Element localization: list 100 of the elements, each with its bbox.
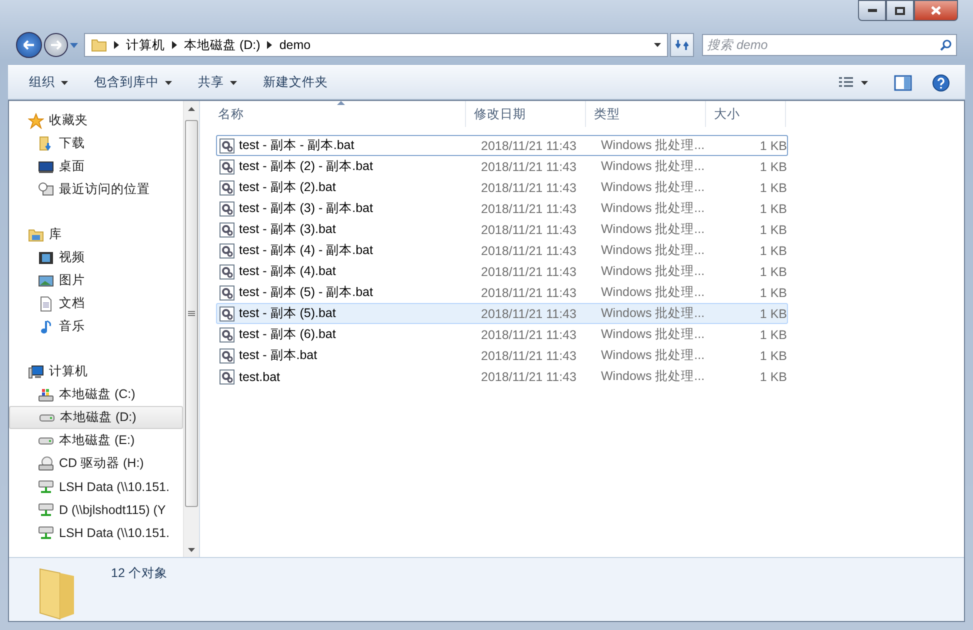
grip-icon	[188, 311, 195, 316]
table-cell-text: 2018/11/21 11:43	[480, 370, 578, 384]
gear-file-icon	[219, 138, 235, 154]
file-row[interactable]: test.bat 2018/11/21 11:43 Windows 批处理... 1 KB	[216, 366, 788, 387]
scroll-up-icon[interactable]	[188, 106, 195, 110]
table-cell-text: 2018/11/21 11:43	[480, 244, 578, 258]
table-cell-text: 2018/11/21 11:43	[480, 328, 578, 342]
search-field[interactable]: 搜索 demo	[702, 34, 957, 56]
table-cell-text: 2018/11/21 11:43	[480, 138, 578, 152]
music-note-icon	[38, 318, 54, 334]
file-row[interactable]: test - 副本 (4).bat 2018/11/21 11:43 Windows 批处理... 1 KB	[216, 261, 788, 282]
toolbar-button[interactable]: 新建文件夹	[257, 70, 334, 95]
sidebar-header[interactable]: 计算机	[9, 360, 183, 383]
caret-icon	[165, 80, 172, 84]
table-cell-text: 1 KB	[758, 180, 787, 194]
arrow-left-icon	[23, 40, 35, 50]
file-row[interactable]: test - 副本 (3) - 副本.bat 2018/11/21 11:43 Windows 批处理... 1 KB	[216, 198, 788, 219]
chevron-icon	[172, 41, 177, 49]
column-header[interactable]: 大小	[706, 101, 786, 127]
caret-icon	[230, 80, 237, 84]
file-row[interactable]: test - 副本 - 副本.bat 2018/11/21 11:43 Windows 批处理... 1 KB	[216, 135, 788, 156]
gear-file-icon	[219, 180, 235, 196]
file-row[interactable]: test - 副本 (6).bat 2018/11/21 11:43 Windows 批处理... 1 KB	[216, 324, 788, 345]
gear-file-icon	[219, 306, 235, 322]
table-cell-text: Windows 批处理...	[600, 368, 706, 385]
column-header[interactable]: 修改日期	[466, 101, 586, 127]
sidebar-header[interactable]: 收藏夹	[9, 109, 183, 132]
table-cell-text: 2018/11/21 11:43	[480, 264, 578, 278]
table-cell-text: Windows 批处理...	[600, 200, 706, 217]
address-bar[interactable]: 计算机 本地磁盘 (D:) demo	[84, 33, 668, 57]
table-cell-text: Windows 批处理...	[600, 263, 706, 280]
file-name: test - 副本.bat	[239, 347, 318, 364]
column-header[interactable]: 类型	[586, 101, 706, 127]
minimize-icon	[868, 9, 876, 12]
table-cell-text: 2018/11/21 11:43	[480, 202, 578, 216]
gear-file-icon	[219, 200, 235, 216]
table-cell-text: 1 KB	[758, 370, 787, 384]
file-row[interactable]: test - 副本 (3).bat 2018/11/21 11:43 Windows 批处理... 1 KB	[216, 219, 788, 240]
gear-file-icon	[219, 348, 235, 364]
breadcrumb-item[interactable]: 计算机	[126, 36, 165, 54]
close-button[interactable]	[914, 0, 958, 21]
file-row[interactable]: test - 副本 (5).bat 2018/11/21 11:43 Windows 批处理... 1 KB	[216, 303, 788, 324]
file-row[interactable]: test - 副本 (2).bat 2018/11/21 11:43 Windows 批处理... 1 KB	[216, 177, 788, 198]
sidebar-item[interactable]: 文档	[9, 292, 183, 315]
breadcrumb-item[interactable]: demo	[279, 38, 311, 52]
clock-computer-icon	[38, 182, 54, 198]
table-cell-text: 1 KB	[758, 328, 787, 342]
file-name: test - 副本 (3) - 副本.bat	[239, 200, 373, 217]
sidebar-item[interactable]: D (\\bjlshodt115) (Y	[9, 498, 183, 521]
sidebar-item[interactable]: LSH Data (\\10.151.	[9, 475, 183, 498]
gear-file-icon	[219, 326, 235, 342]
sidebar-item[interactable]: LSH Data (\\10.151.	[9, 521, 183, 544]
file-row[interactable]: test - 副本 (5) - 副本.bat 2018/11/21 11:43 Windows 批处理... 1 KB	[216, 282, 788, 303]
drive-icon	[38, 436, 54, 444]
sidebar-item[interactable]: 桌面	[9, 155, 183, 178]
table-cell-text: 2018/11/21 11:43	[480, 180, 578, 194]
sidebar-item[interactable]: 本地磁盘 (C:)	[9, 383, 183, 406]
breadcrumb-item[interactable]: 本地磁盘 (D:)	[184, 36, 260, 54]
file-row[interactable]: test - 副本.bat 2018/11/21 11:43 Windows 批处理... 1 KB	[216, 345, 788, 366]
sidebar-item[interactable]: 本地磁盘 (E:)	[9, 429, 183, 452]
table-cell-text: 1 KB	[758, 306, 787, 320]
gear-file-icon	[219, 284, 235, 300]
file-row[interactable]: test - 副本 (4) - 副本.bat 2018/11/21 11:43 Windows 批处理... 1 KB	[216, 240, 788, 261]
drive-icon	[39, 414, 55, 422]
chevron-icon	[267, 41, 272, 49]
sort-arrow-icon	[337, 101, 345, 105]
file-row[interactable]: test - 副本 (2) - 副本.bat 2018/11/21 11:43 Windows 批处理... 1 KB	[216, 156, 788, 177]
table-cell-text: 1 KB	[758, 160, 787, 174]
table-cell-text: Windows 批处理...	[600, 137, 706, 154]
sidebar-item[interactable]: 下载	[9, 132, 183, 155]
scrollbar[interactable]	[183, 101, 199, 557]
table-cell-text: 2018/11/21 11:43	[480, 348, 578, 362]
scroll-down-icon[interactable]	[188, 548, 195, 552]
toolbar-button[interactable]: 共享	[192, 70, 243, 95]
sidebar-item[interactable]: CD 驱动器 (H:)	[9, 452, 183, 475]
list-view-icon	[839, 77, 853, 88]
table-cell-text: Windows 批处理...	[600, 158, 706, 175]
status-text: 12 个对象	[111, 565, 168, 582]
table-cell-text: 1 KB	[758, 264, 787, 278]
refresh-button[interactable]	[670, 33, 694, 57]
refresh-icon	[675, 38, 689, 52]
chevron-icon	[114, 41, 119, 49]
sidebar-item[interactable]: 音乐	[9, 315, 183, 338]
sidebar-header[interactable]: 库	[9, 223, 183, 246]
table-cell-text: 1 KB	[758, 202, 787, 216]
file-name: test - 副本 (4) - 副本.bat	[239, 242, 373, 259]
help-icon[interactable]	[932, 74, 950, 92]
minimize-button[interactable]	[858, 0, 886, 21]
toolbar-button[interactable]: 包含到库中	[88, 70, 178, 95]
sidebar-item[interactable]: 视频	[9, 246, 183, 269]
history-caret-icon[interactable]	[70, 42, 78, 48]
sidebar-item[interactable]: 本地磁盘 (D:)	[9, 406, 183, 429]
back-button[interactable]	[16, 32, 42, 58]
sidebar-item[interactable]: 图片	[9, 269, 183, 292]
maximize-button[interactable]	[886, 0, 914, 21]
forward-button[interactable]	[44, 33, 68, 57]
preview-pane-icon[interactable]	[894, 74, 912, 90]
column-header[interactable]: 名称	[210, 101, 466, 127]
toolbar-button[interactable]: 组织	[23, 70, 74, 95]
sidebar-item[interactable]: 最近访问的位置	[9, 178, 183, 201]
